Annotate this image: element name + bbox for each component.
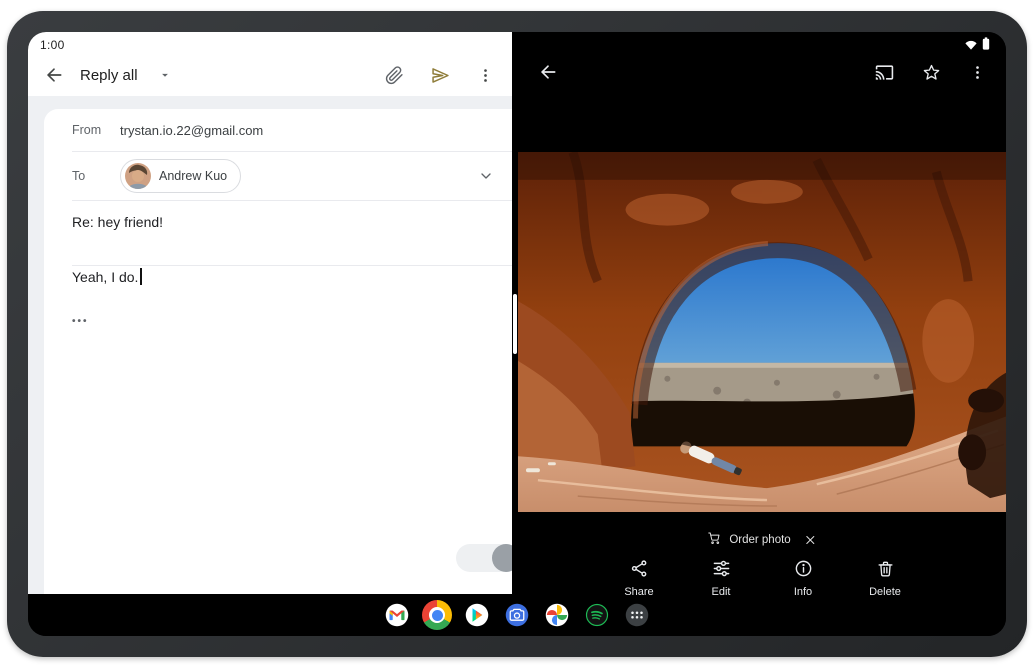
recipient-chip[interactable]: Andrew Kuo <box>120 159 241 193</box>
compose-background: From trystan.io.22@gmail.com To Andrew K… <box>28 96 512 594</box>
app-spotify[interactable] <box>582 600 612 630</box>
from-email: trystan.io.22@gmail.com <box>120 123 263 138</box>
info-button[interactable]: Info <box>785 559 821 598</box>
share-button[interactable]: Share <box>621 559 657 598</box>
info-label: Info <box>794 586 812 598</box>
more-vert-icon[interactable] <box>969 64 986 81</box>
back-icon[interactable] <box>538 62 558 82</box>
from-field[interactable]: From trystan.io.22@gmail.com <box>72 109 512 151</box>
attach-icon[interactable] <box>385 66 404 85</box>
from-label: From <box>72 123 120 137</box>
status-clock: 1:00 <box>40 38 65 52</box>
app-photos[interactable] <box>542 600 572 630</box>
photos-toolbar <box>518 52 1006 92</box>
subject-field[interactable]: Re: hey friend! <box>72 201 512 243</box>
to-label: To <box>72 169 120 183</box>
compose-toolbar <box>385 65 494 86</box>
order-photo-chip[interactable]: Order photo <box>707 531 816 548</box>
quoted-text-toggle[interactable]: ••• <box>44 316 89 327</box>
photos-app-pane: Order photo Share Edit <box>518 32 1006 594</box>
subject-text: Re: hey friend! <box>72 214 163 230</box>
page-background: 1:00 Reply all <box>0 0 1034 668</box>
pill-knob <box>492 544 512 572</box>
app-gmail[interactable] <box>382 600 412 630</box>
status-bar-left: 1:00 <box>28 32 512 54</box>
avatar <box>125 163 151 189</box>
taskbar <box>28 594 1006 636</box>
floating-pill <box>456 544 512 572</box>
app-chrome[interactable] <box>422 600 452 630</box>
edit-adjustments-icon <box>712 559 731 581</box>
recipient-name: Andrew Kuo <box>159 169 227 183</box>
send-icon[interactable] <box>430 65 451 86</box>
reply-mode-dropdown-icon[interactable] <box>158 68 172 82</box>
gmail-compose-header: Reply all <box>28 54 512 96</box>
cart-icon <box>707 531 721 548</box>
close-icon[interactable] <box>805 534 817 546</box>
split-screen-content: 1:00 Reply all <box>28 32 1006 594</box>
app-play-store[interactable] <box>462 600 492 630</box>
body-field[interactable]: Yeah, I do. <box>44 252 512 285</box>
body-text: Yeah, I do. <box>72 269 138 285</box>
edit-label: Edit <box>712 586 731 598</box>
photo-action-bar: Share Edit Info <box>518 559 1006 598</box>
cast-icon[interactable] <box>875 63 894 82</box>
app-drawer-grid-icon[interactable] <box>622 600 652 630</box>
order-photo-label: Order photo <box>729 534 790 546</box>
share-label: Share <box>624 586 653 598</box>
tablet-device-frame: 1:00 Reply all <box>7 11 1027 657</box>
tablet-screen: 1:00 Reply all <box>28 32 1006 636</box>
text-cursor <box>140 268 142 285</box>
back-icon[interactable] <box>44 65 64 85</box>
edit-button[interactable]: Edit <box>703 559 739 598</box>
star-icon[interactable] <box>922 63 941 82</box>
info-icon <box>794 559 813 581</box>
chevron-down-icon[interactable] <box>478 168 494 184</box>
delete-icon <box>876 559 895 581</box>
split-divider-handle[interactable] <box>513 294 517 354</box>
delete-button[interactable]: Delete <box>867 559 903 598</box>
photo-arch-image[interactable] <box>518 152 1006 512</box>
compose-card: From trystan.io.22@gmail.com To Andrew K… <box>44 109 512 594</box>
gmail-app-pane: 1:00 Reply all <box>28 32 512 594</box>
delete-label: Delete <box>869 586 901 598</box>
more-vert-icon[interactable] <box>477 67 494 84</box>
app-camera[interactable] <box>502 600 532 630</box>
to-field[interactable]: To Andrew Kuo <box>72 152 512 200</box>
reply-mode-title: Reply all <box>80 67 138 84</box>
share-icon <box>630 559 649 581</box>
